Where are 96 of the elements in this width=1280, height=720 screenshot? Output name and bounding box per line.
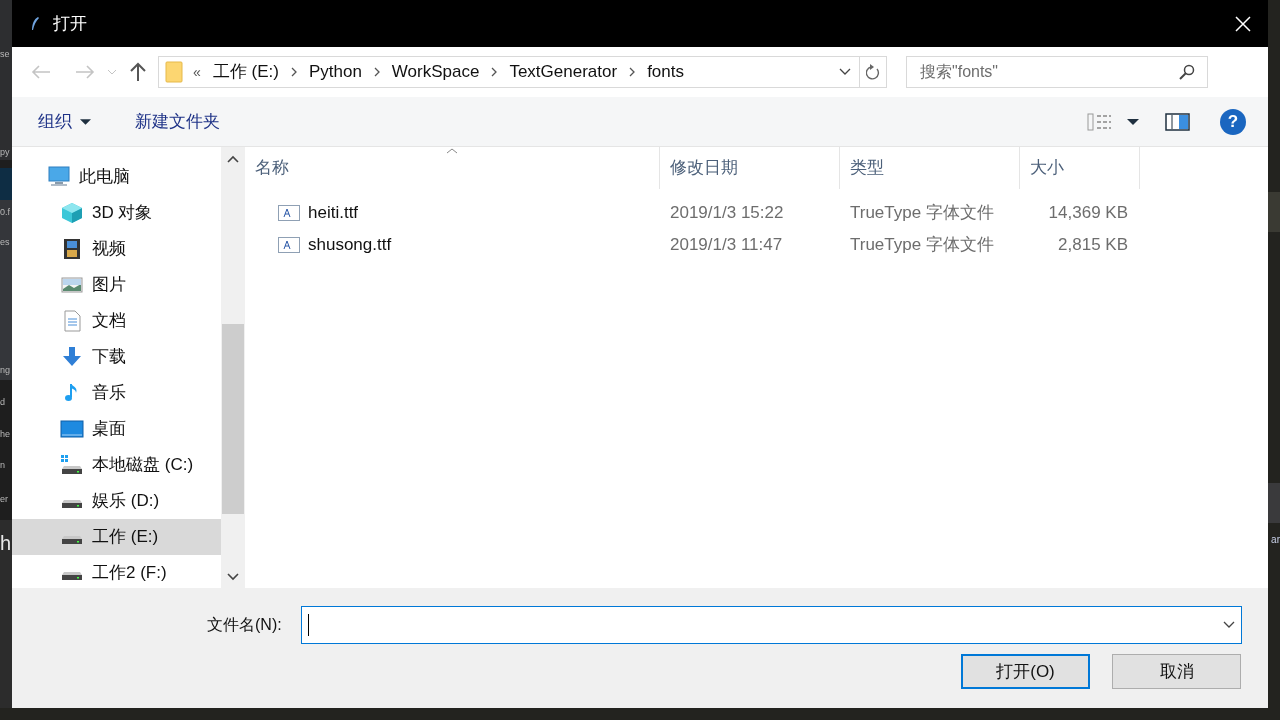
search-field[interactable]: 搜索"fonts" [906, 56, 1208, 88]
tree-item-label: 音乐 [92, 382, 126, 405]
column-header[interactable]: 修改日期 [660, 147, 840, 189]
file-size: 2,815 KB [1058, 234, 1128, 257]
drive-icon [60, 499, 84, 509]
code-fragment: d [0, 398, 5, 407]
chevron-icon[interactable] [373, 67, 380, 77]
folder-icon [165, 61, 183, 83]
tree-item-label: 图片 [92, 274, 126, 297]
dialog-button[interactable]: 打开(O) [961, 654, 1090, 689]
breadcrumb[interactable]: 工作 (E:) [212, 59, 279, 85]
tree-item[interactable]: 娱乐 (D:) [12, 483, 221, 519]
dropdown-icon[interactable] [1223, 621, 1235, 629]
column-header[interactable]: 名称 [245, 147, 660, 189]
tree-item-label: 视频 [92, 238, 126, 261]
tree-item[interactable]: 下载 [12, 339, 221, 375]
new-folder-button[interactable]: 新建文件夹 [135, 108, 220, 135]
tree-item[interactable]: 文档 [12, 303, 221, 339]
line-highlight [1268, 483, 1280, 523]
breadcrumb[interactable]: TextGenerator [509, 59, 618, 85]
tree-item[interactable]: 视频 [12, 231, 221, 267]
code-fragment: se [0, 50, 10, 59]
tree-item-label: 工作 (E:) [92, 526, 159, 549]
breadcrumb[interactable]: fonts [647, 59, 684, 85]
line-highlight [1268, 192, 1280, 232]
tree-item[interactable]: 3D 对象 [12, 195, 221, 231]
file-name-field[interactable] [301, 606, 1242, 644]
tree-item-label: 娱乐 (D:) [92, 490, 160, 513]
tree-item[interactable]: 此电脑 [12, 159, 221, 195]
caret-icon [80, 118, 91, 125]
scrollbar[interactable] [221, 147, 245, 588]
scroll-down-icon[interactable] [227, 573, 239, 581]
text-cursor [308, 614, 309, 636]
desktop-icon [60, 417, 84, 441]
chevron-icon[interactable] [491, 67, 498, 77]
chevron-icon[interactable] [290, 67, 297, 77]
scroll-up-icon[interactable] [227, 155, 239, 163]
tree-item-label: 桌面 [92, 418, 126, 441]
tree-item[interactable]: 本地磁盘 (C:) [12, 447, 221, 483]
dialog-button[interactable]: 取消 [1112, 654, 1241, 689]
file-size: 14,369 KB [1048, 202, 1128, 225]
breadcrumb[interactable]: Python [308, 59, 362, 85]
code-fragment: py [0, 148, 10, 157]
tree-item[interactable]: 桌面 [12, 411, 221, 447]
window-title: 打开 [53, 12, 87, 35]
tree-item-label: 此电脑 [79, 166, 130, 189]
organize-menu[interactable]: 组织 [38, 108, 91, 135]
drive-icon [60, 453, 84, 477]
cube-icon [60, 201, 84, 225]
code-fragment: h [0, 533, 12, 553]
dropdown-icon[interactable] [839, 68, 851, 76]
tree-item-label: 工作2 (F:) [92, 562, 167, 585]
font-file-icon [278, 237, 300, 253]
up-icon[interactable] [129, 62, 147, 82]
tree-item-label: 本地磁盘 (C:) [92, 454, 194, 477]
file-type: TrueType 字体文件 [850, 234, 994, 257]
column-header[interactable]: 类型 [840, 147, 1020, 189]
code-fragment: er [0, 495, 8, 504]
code-fragment: n [0, 461, 5, 470]
computer-icon [47, 165, 71, 189]
file-name[interactable]: shusong.ttf [308, 232, 392, 258]
code-fragment: he [0, 430, 10, 439]
overflow-chevron[interactable]: « [193, 61, 201, 83]
selected-line-highlight [0, 168, 12, 200]
help-button[interactable]: ? [1220, 108, 1246, 135]
close-icon [1235, 15, 1251, 32]
font-file-icon [278, 205, 300, 221]
drive-icon [60, 535, 84, 545]
tree-item[interactable]: 工作2 (F:) [12, 555, 221, 591]
dropdown-icon[interactable] [1127, 118, 1139, 125]
modified-date: 2019/1/3 15:22 [670, 202, 784, 225]
tree-item[interactable]: 音乐 [12, 375, 221, 411]
tree-item-label: 下载 [92, 346, 126, 369]
modified-date: 2019/1/3 11:47 [670, 234, 783, 257]
code-fragment: ar [1271, 535, 1280, 545]
preview-pane-icon[interactable] [1165, 112, 1190, 131]
breadcrumb[interactable]: WorkSpace [391, 59, 480, 85]
tree-item-label: 文档 [92, 310, 126, 333]
tree-item[interactable]: 工作 (E:) [12, 519, 221, 555]
file-name-label: 文件名(N): [207, 615, 283, 635]
refresh-icon [866, 64, 880, 80]
chevron-icon[interactable] [629, 67, 636, 77]
code-fragment: ng [0, 366, 10, 375]
drive-icon [60, 571, 84, 581]
search-icon [1179, 64, 1195, 80]
code-fragment: es [0, 238, 10, 247]
address-bar[interactable]: « 工作 (E:) Python WorkSpace TextGenerator fonts [158, 56, 887, 88]
file-type: TrueType 字体文件 [850, 202, 994, 225]
code-fragment: 0.f [0, 208, 10, 217]
file-name[interactable]: heiti.ttf [308, 200, 359, 226]
column-header[interactable]: 大小 [1020, 147, 1140, 189]
feather-icon [30, 15, 40, 32]
search-input[interactable]: 搜索"fonts" [920, 60, 1179, 84]
tree-item-label: 3D 对象 [92, 202, 153, 225]
scrollbar-thumb[interactable] [222, 324, 244, 514]
tree-item[interactable]: 图片 [12, 267, 221, 303]
